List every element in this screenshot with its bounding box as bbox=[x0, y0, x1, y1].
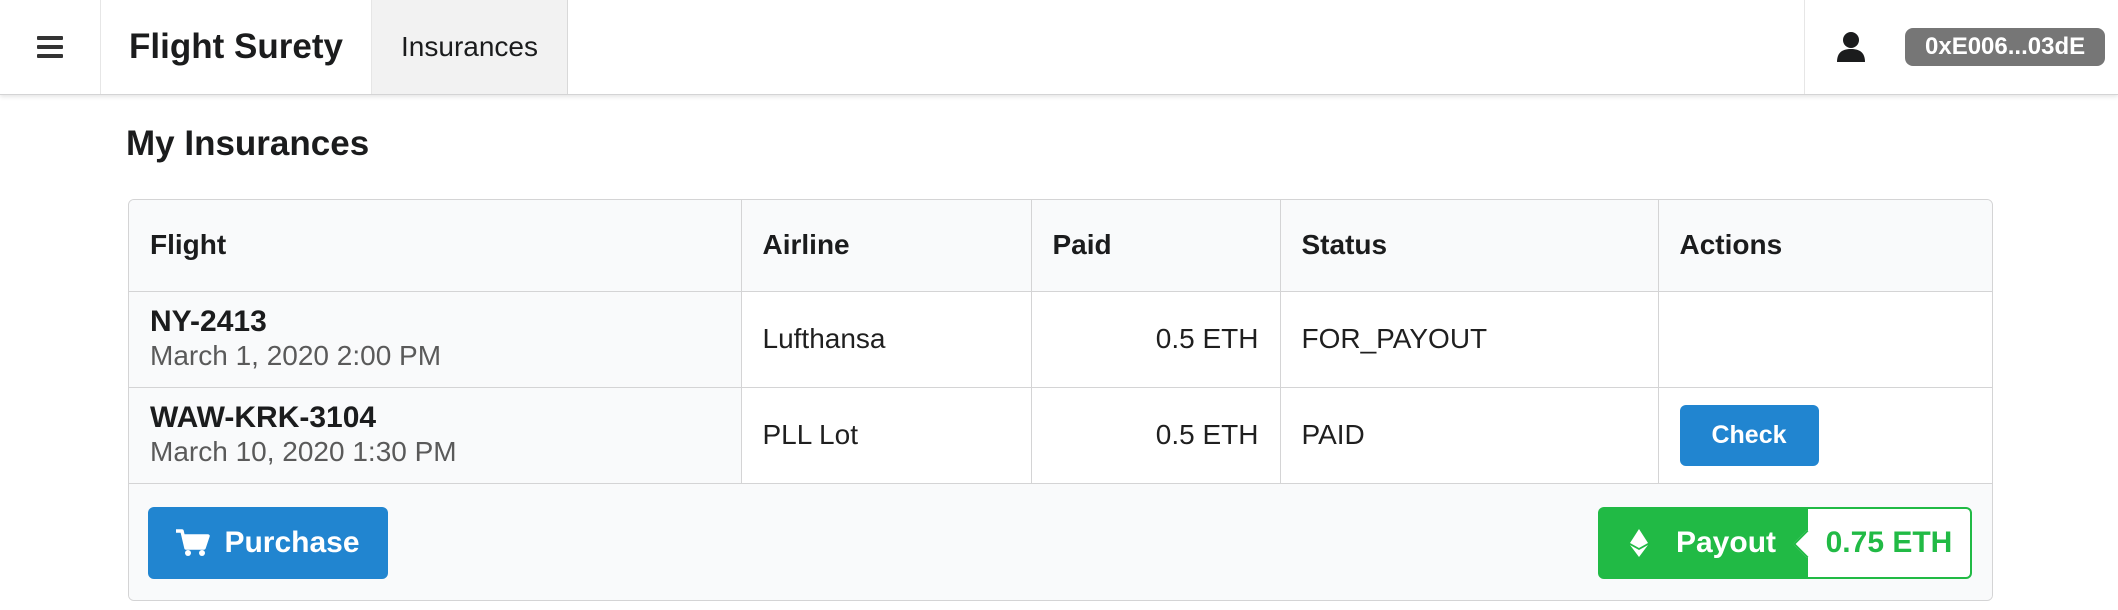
airline-cell: PLL Lot bbox=[740, 387, 1031, 484]
flight-date: March 1, 2020 2:00 PM bbox=[150, 340, 442, 371]
column-header-paid: Paid bbox=[1030, 200, 1280, 292]
table-row: NY-2413 March 1, 2020 2:00 PM Lufthansa … bbox=[129, 291, 1992, 388]
insurances-table: Flight Airline Paid Status Actions NY-24… bbox=[128, 199, 1993, 601]
payout-button[interactable]: Payout bbox=[1598, 507, 1808, 579]
payout-amount-label: 0.75 ETH bbox=[1808, 507, 1972, 579]
table-row: WAW-KRK-3104 March 10, 2020 1:30 PM PLL … bbox=[129, 387, 1992, 484]
tab-insurances[interactable]: Insurances bbox=[372, 0, 568, 94]
menu-spacer bbox=[568, 0, 1805, 94]
purchase-button[interactable]: Purchase bbox=[148, 507, 388, 579]
flight-cell: WAW-KRK-3104 March 10, 2020 1:30 PM bbox=[129, 387, 741, 484]
check-button[interactable]: Check bbox=[1679, 404, 1819, 466]
airline-cell: Lufthansa bbox=[740, 291, 1031, 388]
menu-toggle-button[interactable] bbox=[0, 0, 101, 94]
user-icon bbox=[1837, 32, 1865, 62]
status-cell: FOR_PAYOUT bbox=[1279, 291, 1658, 388]
table-footer: Purchase Payout 0.75 ETH bbox=[129, 484, 1992, 600]
actions-cell: Check bbox=[1657, 387, 1992, 484]
top-menu-bar: Flight Surety Insurances 0xE006...03dE bbox=[0, 0, 2118, 95]
table-header-row: Flight Airline Paid Status Actions bbox=[129, 200, 1992, 292]
shopping-cart-icon bbox=[176, 529, 211, 556]
hamburger-menu-icon bbox=[37, 36, 63, 58]
user-menu[interactable]: 0xE006...03dE bbox=[1805, 0, 2118, 94]
column-header-flight: Flight bbox=[129, 200, 741, 292]
purchase-label: Purchase bbox=[224, 526, 360, 559]
column-header-actions: Actions bbox=[1657, 200, 1992, 292]
paid-cell: 0.5 ETH bbox=[1030, 387, 1280, 484]
app-brand[interactable]: Flight Surety bbox=[101, 0, 372, 94]
ethereum-icon bbox=[1629, 529, 1648, 557]
account-address-badge: 0xE006...03dE bbox=[1905, 28, 2106, 66]
payout-label: Payout bbox=[1675, 526, 1777, 559]
flight-cell: NY-2413 March 1, 2020 2:00 PM bbox=[129, 291, 741, 388]
payout-group: Payout 0.75 ETH bbox=[1598, 507, 1972, 579]
flight-code: WAW-KRK-3104 bbox=[150, 401, 377, 434]
column-header-status: Status bbox=[1279, 200, 1658, 292]
page-title: My Insurances bbox=[126, 124, 370, 163]
actions-cell bbox=[1657, 291, 1992, 388]
column-header-airline: Airline bbox=[740, 200, 1031, 292]
paid-cell: 0.5 ETH bbox=[1030, 291, 1280, 388]
flight-date: March 10, 2020 1:30 PM bbox=[150, 436, 457, 467]
flight-code: NY-2413 bbox=[150, 305, 267, 338]
status-cell: PAID bbox=[1279, 387, 1658, 484]
